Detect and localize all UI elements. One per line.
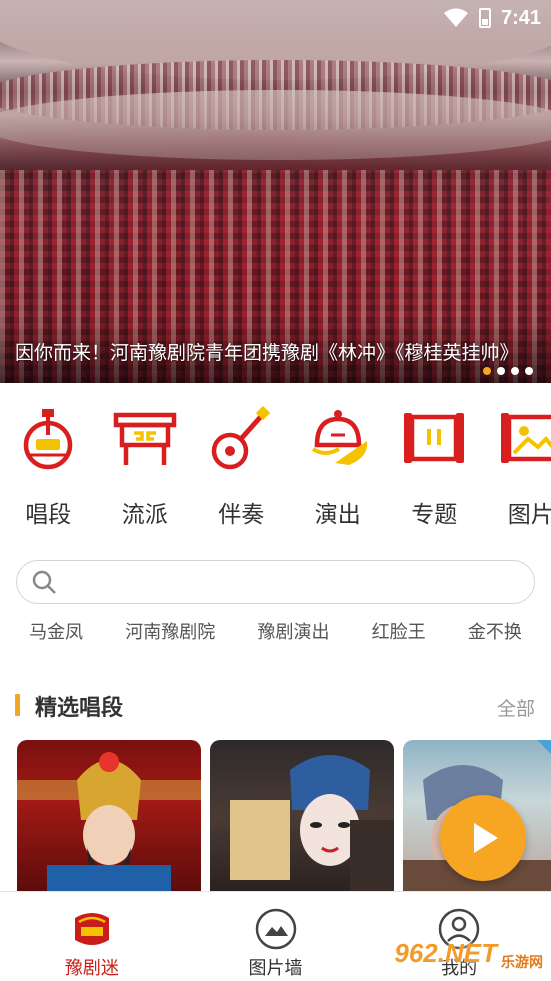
- category-label: 演出: [314, 502, 361, 528]
- site-watermark: 962.NET 乐游网: [394, 933, 543, 973]
- pipa-icon: [212, 405, 271, 470]
- battery-icon: [478, 8, 491, 28]
- table-icon: [113, 412, 176, 465]
- banner-caption[interactable]: 因你而来！河南豫剧院青年团携豫剧《林冲》《穆桂英挂帅》: [15, 338, 535, 370]
- pager-dot: [525, 367, 533, 375]
- search-icon: [32, 570, 56, 594]
- section-header: 精选唱段 全部: [0, 688, 551, 724]
- category-row: 唱段 流派 伴奏 演出 专题 图片: [0, 383, 551, 543]
- opera-performer-image: [230, 755, 394, 892]
- category-zhuanti[interactable]: 专题: [386, 383, 483, 543]
- category-label: 图片: [507, 502, 551, 528]
- play-button[interactable]: [440, 795, 526, 881]
- hot-search-tags: 马金凤 河南豫剧院 豫剧演出 红脸王 金不换: [0, 618, 551, 650]
- opera-performer-image: [17, 752, 201, 892]
- hot-tag[interactable]: 河南豫剧院: [125, 618, 215, 650]
- card-corner-tag: [537, 740, 551, 766]
- nav-yujumi[interactable]: 豫剧迷: [0, 892, 184, 981]
- hot-tag[interactable]: 豫剧演出: [257, 618, 329, 650]
- watermark-sub: 乐游网: [501, 954, 543, 970]
- category-label: 流派: [121, 502, 168, 528]
- section-accent-bar: [15, 694, 20, 716]
- nav-label: 图片墙: [248, 958, 303, 979]
- helmet-fan-icon: [311, 410, 367, 465]
- play-icon: [474, 823, 498, 853]
- theater-balcony-lower: [0, 90, 551, 160]
- category-label: 伴奏: [218, 502, 265, 528]
- hot-tag[interactable]: 红脸王: [372, 618, 426, 650]
- wifi-icon: [443, 8, 468, 27]
- category-label: 专题: [411, 502, 458, 528]
- hot-tag[interactable]: 马金凤: [29, 618, 83, 650]
- hot-tag[interactable]: 金不换: [468, 618, 522, 650]
- nav-label: 豫剧迷: [64, 958, 119, 979]
- search-bar[interactable]: [16, 560, 535, 604]
- yuju-logo-icon: [74, 913, 109, 945]
- status-time: 7:41: [500, 6, 541, 29]
- instrument-icon: [24, 409, 73, 470]
- category-yanchu[interactable]: 演出: [290, 383, 387, 543]
- view-all-link[interactable]: 全部: [497, 694, 535, 721]
- category-liupai[interactable]: 流派: [97, 383, 194, 543]
- featured-card[interactable]: [17, 740, 201, 892]
- pager-dot: [483, 367, 491, 375]
- category-label: 唱段: [25, 502, 72, 528]
- image-wall-icon: [255, 908, 296, 950]
- category-changduan[interactable]: 唱段: [0, 383, 97, 543]
- category-tupian[interactable]: 图片: [483, 383, 551, 543]
- watermark-brand: 962.NET: [394, 937, 497, 968]
- pager-dot: [497, 367, 505, 375]
- featured-card[interactable]: [210, 740, 394, 892]
- category-banzou[interactable]: 伴奏: [193, 383, 290, 543]
- banner-pager: [483, 367, 533, 375]
- nav-image-wall[interactable]: 图片墙: [184, 892, 368, 981]
- search-input[interactable]: [67, 562, 534, 602]
- scroll-icon: [404, 413, 465, 463]
- section-title: 精选唱段: [35, 696, 124, 721]
- pager-dot: [511, 367, 519, 375]
- status-bar: 7:41: [443, 4, 541, 32]
- picture-icon: [500, 413, 551, 463]
- hero-banner[interactable]: 7:41 因你而来！河南豫剧院青年团携豫剧《林冲》《穆桂英挂帅》: [0, 0, 551, 383]
